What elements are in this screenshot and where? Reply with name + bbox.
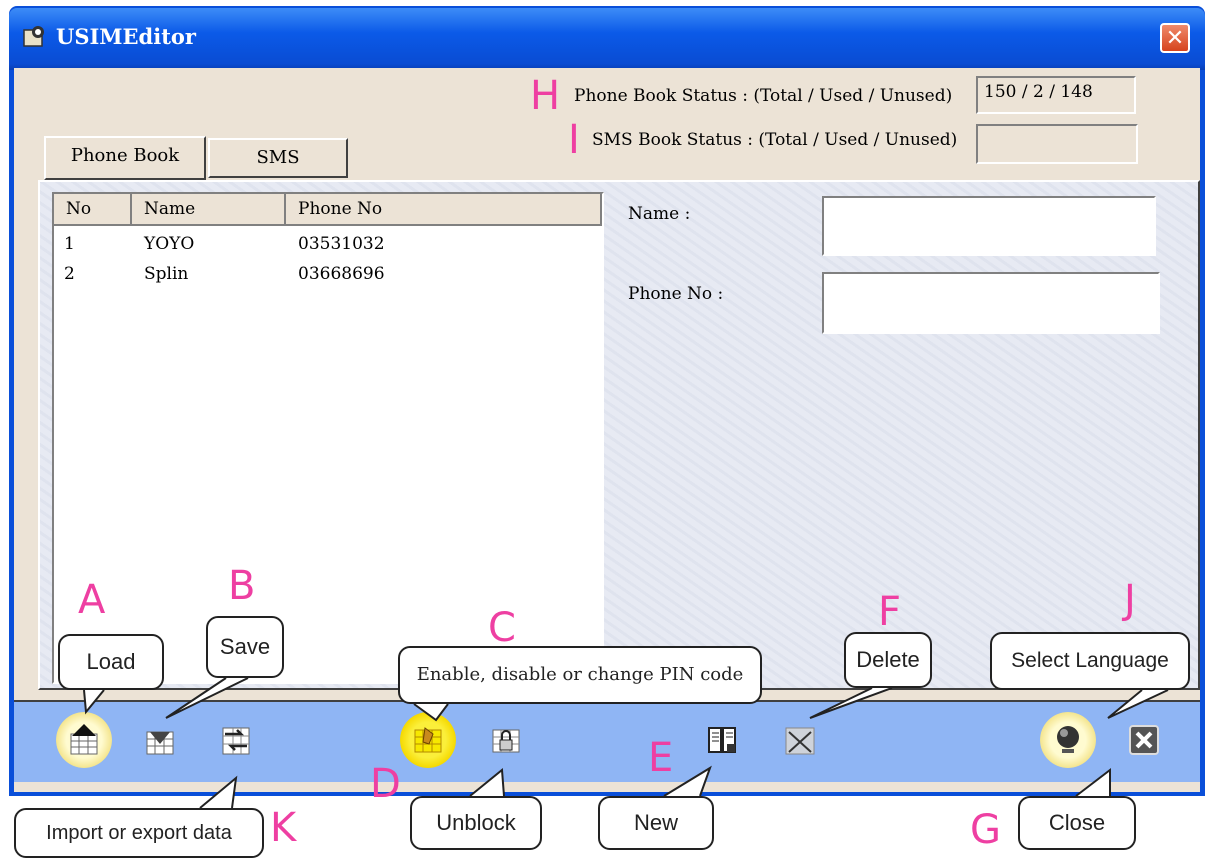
- window-title: USIMEditor: [56, 24, 196, 49]
- save-icon: [146, 731, 174, 755]
- load-icon: [70, 724, 98, 755]
- row-name: Splin: [144, 264, 189, 284]
- callout-save: Save: [206, 616, 284, 678]
- callout-load: Load: [58, 634, 164, 690]
- callout-delete: Delete: [844, 632, 932, 688]
- annotation-letter-c: C: [488, 605, 516, 651]
- new-icon: [708, 727, 736, 753]
- table-row[interactable]: 2 Splin 03668696: [54, 264, 602, 288]
- phone-no-field[interactable]: [822, 272, 1160, 334]
- load-button[interactable]: [56, 712, 112, 768]
- close-button[interactable]: [1116, 712, 1172, 768]
- window-close-button[interactable]: ✕: [1160, 23, 1190, 53]
- delete-icon: [785, 727, 815, 755]
- callout-new: New: [598, 796, 714, 850]
- pin-code-button[interactable]: [400, 712, 456, 768]
- language-globe-icon: [1057, 726, 1079, 753]
- import-export-icon: [222, 727, 250, 755]
- callout-import-export: Import or export data: [14, 808, 264, 858]
- phone-book-status-value: 150 / 2 / 148: [976, 76, 1136, 114]
- annotation-letter-e: E: [648, 735, 674, 781]
- select-language-button[interactable]: [1040, 712, 1096, 768]
- delete-button[interactable]: [772, 712, 828, 768]
- import-export-button[interactable]: [208, 712, 264, 768]
- name-label: Name :: [628, 204, 691, 224]
- unblock-button[interactable]: [478, 712, 534, 768]
- row-no: 2: [64, 264, 75, 284]
- callout-unblock: Unblock: [410, 796, 542, 850]
- annotation-letter-b: B: [228, 563, 256, 609]
- name-field[interactable]: [822, 196, 1156, 256]
- app-icon: [23, 26, 44, 47]
- annotation-letter-j: J: [1124, 577, 1136, 623]
- phone-no-label: Phone No :: [628, 284, 724, 304]
- save-button[interactable]: [132, 712, 188, 768]
- annotation-letter-i: I: [568, 117, 580, 163]
- column-header-no[interactable]: No: [54, 194, 132, 226]
- callout-pin: Enable, disable or change PIN code: [398, 646, 762, 704]
- row-name: YOYO: [144, 234, 195, 254]
- annotation-letter-h: H: [530, 73, 561, 119]
- new-button[interactable]: [694, 712, 750, 768]
- table-row[interactable]: 1 YOYO 03531032: [54, 234, 602, 258]
- annotation-letter-a: A: [78, 577, 106, 623]
- row-phone: 03531032: [298, 234, 385, 254]
- phone-book-status-label: Phone Book Status : (Total / Used / Unus…: [574, 86, 953, 106]
- sms-book-status-value: [976, 124, 1138, 164]
- annotation-letter-f: F: [878, 589, 902, 635]
- tab-phone-book[interactable]: Phone Book: [44, 136, 206, 180]
- callout-close: Close: [1018, 796, 1136, 850]
- tab-sms[interactable]: SMS: [208, 138, 348, 178]
- callout-language: Select Language: [990, 632, 1190, 690]
- pin-code-icon: [414, 727, 442, 753]
- row-phone: 03668696: [298, 264, 385, 284]
- unblock-icon: [492, 729, 520, 753]
- close-icon: [1129, 725, 1159, 755]
- column-header-name[interactable]: Name: [132, 194, 286, 226]
- column-header-phone[interactable]: Phone No: [286, 194, 602, 226]
- annotation-letter-k: K: [270, 805, 297, 851]
- row-no: 1: [64, 234, 75, 254]
- annotation-letter-g: G: [970, 807, 1001, 853]
- sms-book-status-label: SMS Book Status : (Total / Used / Unused…: [592, 130, 958, 150]
- annotation-letter-d: D: [370, 761, 401, 807]
- toolbar: [14, 700, 1200, 782]
